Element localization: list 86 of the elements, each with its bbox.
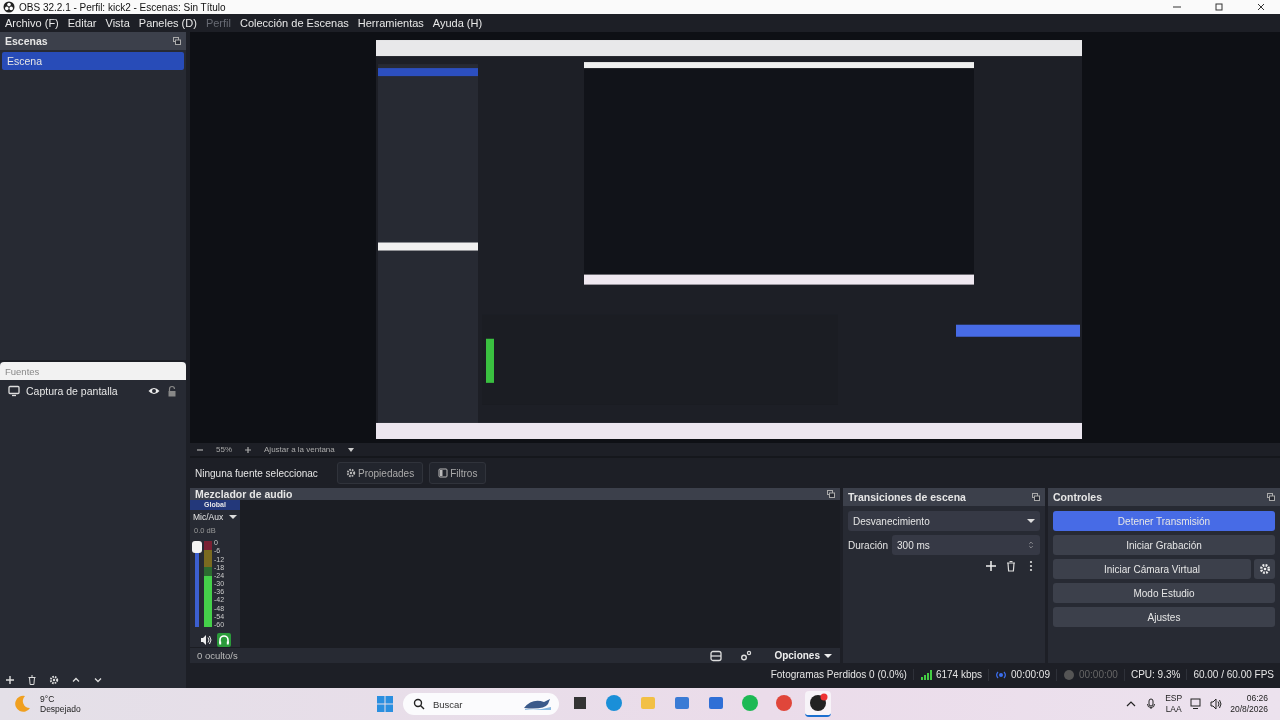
dock-title: Transiciones de escena <box>848 491 966 503</box>
menu-item[interactable]: Ayuda (H) <box>432 17 483 29</box>
undock-icon[interactable] <box>1032 493 1040 501</box>
control-button[interactable]: Modo Estudio <box>1053 583 1275 603</box>
control-button[interactable]: Detener Transmisión <box>1053 511 1275 531</box>
zoom-in-icon[interactable] <box>244 445 252 454</box>
channel-name[interactable]: Mic/Aux <box>193 512 224 523</box>
scene-item[interactable]: Escena <box>2 52 184 70</box>
settings-icon[interactable] <box>740 649 753 662</box>
monitor-icon <box>8 385 20 397</box>
dock-title: Controles <box>1053 491 1102 503</box>
filters-button[interactable]: Filtros <box>429 462 487 484</box>
undock-icon[interactable] <box>827 490 835 499</box>
volume-icon[interactable] <box>1210 698 1223 710</box>
caret-icon <box>824 651 832 660</box>
app-icon <box>773 693 794 713</box>
search-icon <box>412 698 425 710</box>
control-button[interactable]: Iniciar Grabación <box>1053 535 1275 555</box>
clock[interactable]: 06:26 20/8/2026 <box>1230 693 1268 715</box>
menu-item[interactable]: Herramientas <box>357 17 424 29</box>
bitrate: 6174 kbps <box>935 669 983 680</box>
fps-reading: 60.00 / 60.00 FPS <box>1192 669 1275 680</box>
stream-time: 00:00:09 <box>1011 669 1050 680</box>
obs-app-button[interactable] <box>804 691 831 717</box>
add-icon[interactable] <box>5 675 15 685</box>
add-icon[interactable] <box>984 559 998 573</box>
layout-icon[interactable] <box>710 649 723 662</box>
options-button[interactable]: Opciones <box>766 650 840 662</box>
transition-dropdown[interactable]: Desvanecimiento <box>848 511 1040 531</box>
gear-icon <box>346 468 356 478</box>
network-icon[interactable] <box>1190 698 1203 710</box>
settings-button[interactable] <box>1254 559 1275 579</box>
start-icon[interactable] <box>374 694 395 714</box>
control-button[interactable]: Iniciar Cámara Virtual <box>1053 559 1251 579</box>
source-name[interactable]: Captura de pantalla <box>26 385 142 397</box>
maximize-icon[interactable] <box>1214 2 1224 12</box>
fit-dropdown[interactable]: Ajustar a la ventana <box>264 445 335 454</box>
gear-icon <box>1258 563 1271 575</box>
dock-title: Escenas <box>5 35 48 47</box>
dock-title: Fuentes <box>5 365 40 377</box>
down-icon[interactable] <box>93 675 103 685</box>
undock-icon[interactable] <box>1267 493 1275 501</box>
settings-icon[interactable] <box>49 675 59 685</box>
slider-thumb[interactable] <box>192 541 202 554</box>
caret-icon[interactable] <box>229 513 237 522</box>
microphone-icon[interactable] <box>1145 698 1158 710</box>
caret-icon[interactable] <box>346 445 355 454</box>
temperature[interactable]: 9°C <box>40 694 81 704</box>
volume-slider[interactable] <box>192 541 202 628</box>
trash-icon[interactable] <box>1004 559 1018 573</box>
weather-condition[interactable]: Despejado <box>40 704 81 714</box>
speaker-icon[interactable] <box>199 634 212 647</box>
up-icon[interactable] <box>71 675 81 685</box>
search-field[interactable]: Buscar <box>402 693 559 715</box>
selected-source-label: Ninguna fuente seleccionac <box>195 467 319 479</box>
eye-icon[interactable] <box>148 385 160 397</box>
caret-icon <box>1027 517 1035 525</box>
dropped-frames: Fotogramas Perdidos 0 (0.0%) <box>764 669 914 680</box>
signal-icon <box>919 668 932 681</box>
record-time: 00:00:00 <box>1078 669 1118 680</box>
menu-item[interactable]: Editar <box>67 17 97 29</box>
filter-icon <box>438 468 449 478</box>
properties-button[interactable]: Propiedades <box>337 462 424 484</box>
window-title: OBS 32.2.1 - Perfil: kick2 - Escenas: Sin Título <box>19 1 226 13</box>
spinner-icon[interactable] <box>1027 541 1035 549</box>
trash-icon[interactable] <box>27 675 37 685</box>
menu-item[interactable]: Vista <box>105 17 130 29</box>
menu-item[interactable]: Archivo (F) <box>5 17 59 29</box>
duration-label: Duración <box>848 539 889 551</box>
zoom-level: 55% <box>216 445 232 454</box>
dock-title: Mezclador de audio <box>195 488 293 501</box>
duration-field[interactable]: 300 ms <box>892 535 1040 555</box>
app-icon <box>739 693 760 713</box>
lock-icon[interactable] <box>166 385 178 397</box>
headphones-icon[interactable] <box>216 633 231 648</box>
language-indicator[interactable]: ESP LAA <box>1165 693 1183 715</box>
close-icon[interactable] <box>1256 2 1266 12</box>
cpu-usage: CPU: 9.3% <box>1124 669 1188 680</box>
app-icon <box>807 693 828 713</box>
control-button[interactable]: Ajustes <box>1053 607 1275 627</box>
app-icon <box>603 693 624 713</box>
undock-icon[interactable] <box>173 37 181 45</box>
whale-icon <box>522 697 553 711</box>
hidden-count: 0 oculto/s <box>197 650 238 662</box>
menu-item[interactable]: Colección de Escenas <box>239 17 349 29</box>
menu-item[interactable]: Paneles (D) <box>138 17 197 29</box>
